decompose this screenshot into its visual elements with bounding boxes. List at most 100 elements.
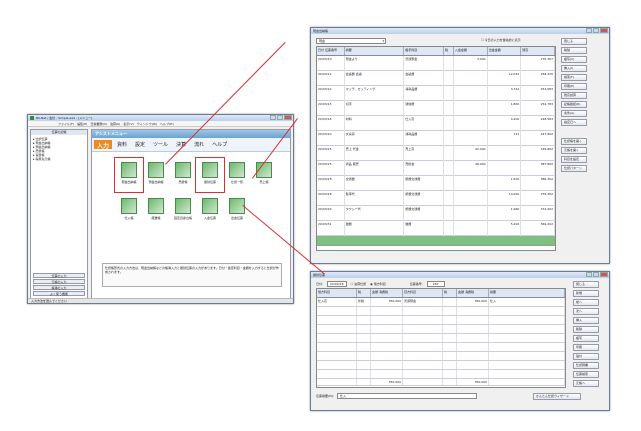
number-input[interactable]: 267	[426, 281, 445, 287]
voucher-button[interactable]: 挿入	[573, 317, 599, 324]
cash-side-button[interactable]: 仕訳パターン	[561, 165, 587, 172]
book-icon	[202, 198, 218, 214]
table-row[interactable]	[317, 307, 565, 316]
tab-5[interactable]: 流れ	[191, 140, 207, 149]
table-row[interactable]	[317, 316, 565, 325]
table-cell	[371, 361, 403, 369]
cash-button[interactable]: 残高試算	[561, 92, 587, 99]
window-controls[interactable]	[270, 115, 292, 120]
cash-button[interactable]: 記帳確認(R)	[561, 101, 587, 108]
today-checkbox[interactable]: ☐ 今日の入力を優先的に表示	[481, 38, 521, 42]
menu-item[interactable]: 決算(K)	[110, 122, 120, 126]
cash-button[interactable]: 検索(F)	[561, 74, 587, 81]
account-select[interactable]: 現金 ▾	[316, 38, 386, 44]
table-row[interactable]	[317, 325, 565, 334]
assist-icon[interactable]: 預金出納帳	[144, 160, 168, 190]
table-row[interactable]: 20/03/31 雑費 雑費 5,200 369,202	[317, 221, 555, 236]
assist-icon[interactable]: 入金伝票	[198, 196, 222, 226]
tab-2[interactable]: 設定	[132, 140, 148, 149]
sidebar-button[interactable]: よく使う機能	[33, 291, 85, 296]
sidebar-button[interactable]: 伝票の入力	[33, 273, 85, 278]
menu-item[interactable]: ウィンドウ(W)	[137, 122, 157, 126]
table-row[interactable]: 20/03/28 交通費 旅費交通費 1,500 386,362	[317, 176, 555, 191]
cash-side-button[interactable]: 科目を設定	[561, 156, 587, 163]
table-cell	[443, 334, 457, 342]
assist-icon[interactable]: 現金出納帳	[114, 157, 144, 193]
table-row[interactable]: 20/03/25 売上 代金 売上高 92,000 339,862	[317, 146, 555, 161]
table-row[interactable]: 20/03/20 文房具 消耗品費 721 247,862	[317, 131, 555, 146]
voucher-button[interactable]: 新規	[573, 290, 599, 297]
table-row[interactable]	[317, 334, 565, 343]
cash-button[interactable]: 挿入(I)	[561, 65, 587, 72]
table-row[interactable]: 20/03/15 切手 通信費 1,800 252,783	[317, 101, 555, 116]
table-row[interactable]: 20/03/25 商品 販売 売掛金 48,000 387,862	[317, 161, 555, 176]
voucher-button[interactable]: 印刷	[573, 344, 599, 351]
menu-item[interactable]: ヘルプ(H)	[160, 122, 174, 126]
assist-icon[interactable]: 仕訳一覧	[225, 160, 249, 190]
menu-item[interactable]: ファイル(F)	[58, 122, 74, 126]
assist-icon[interactable]: 売掛帳	[171, 160, 195, 190]
closing-checkbox[interactable]: ☐ 決算仕訳	[351, 282, 367, 286]
table-row[interactable]	[317, 370, 565, 379]
sidebar-button[interactable]: 帳簿の入力	[33, 285, 85, 290]
tree-item[interactable]: ▸ 得意先元帳	[33, 157, 85, 161]
debit-radio[interactable]: ◉ 借方科目	[370, 282, 386, 286]
minimize-button[interactable]	[270, 115, 276, 120]
assist-icon[interactable]: 出金伝票	[225, 196, 249, 226]
cash-button[interactable]: 印刷(P)	[561, 83, 587, 90]
maximize-button[interactable]	[593, 28, 599, 33]
tab-3[interactable]: ツール	[150, 140, 171, 149]
tab-6[interactable]: ヘルプ	[209, 140, 230, 149]
cash-button[interactable]: 指定日へ	[561, 119, 587, 126]
cash-button[interactable]: 削除	[561, 47, 587, 54]
close-button[interactable]	[284, 115, 292, 120]
assist-icon[interactable]: 経費帳	[144, 196, 168, 226]
minimize-button[interactable]	[586, 28, 592, 33]
table-cell: 270,367	[521, 56, 555, 71]
wizard-button[interactable]: かんたん仕訳ウィザード	[533, 393, 581, 400]
voucher-button[interactable]: 次へ	[573, 308, 599, 315]
voucher-button[interactable]: 伝票検索	[573, 371, 599, 378]
close-button[interactable]	[600, 28, 608, 33]
assist-icon[interactable]: 仕入帳	[117, 196, 141, 226]
menu-item[interactable]: 編集(E)	[77, 122, 87, 126]
minimize-button[interactable]	[586, 272, 592, 277]
voucher-button[interactable]: 複写	[573, 335, 599, 342]
menu-item[interactable]: 表示(V)	[123, 122, 133, 126]
footer-input[interactable]: 仕入	[336, 393, 477, 399]
tab-1[interactable]: 資料	[114, 140, 130, 149]
voucher-button[interactable]: 貼付	[573, 353, 599, 360]
table-row[interactable]: 20/03/10 預金より 普通預金 3,000 270,367	[317, 56, 555, 71]
table-row[interactable]: 20/03/29 タクシー代 旅費交通費 1,960 374,402	[317, 206, 555, 221]
assist-icon[interactable]: 固定資産台帳	[171, 196, 195, 226]
table-row[interactable]	[317, 361, 565, 370]
assist-icon[interactable]: 振替伝票	[195, 157, 225, 193]
voucher-button[interactable]: 前へ	[573, 299, 599, 306]
table-row[interactable]	[317, 343, 565, 352]
cash-button[interactable]: 条件(A)	[561, 110, 587, 117]
new-entry-row[interactable]	[317, 236, 555, 246]
assist-icon[interactable]: 売上帳	[252, 160, 276, 190]
menu-item[interactable]: 日常業務(D)	[90, 122, 107, 126]
date-input[interactable]: 20/04/28	[327, 281, 347, 287]
table-row[interactable]: 20/03/12 マッチ、セッティング 消耗品費 3,742 254,583	[317, 86, 555, 101]
table-row[interactable]: 20/03/18 材料 仕入高 4,200 248,583	[317, 116, 555, 131]
table-row[interactable]	[317, 352, 565, 361]
maximize-button[interactable]	[277, 115, 283, 120]
table-row[interactable]: 20/03/28 駐車代 旅費交通費 10,000 376,362	[317, 191, 555, 206]
maximize-button[interactable]	[593, 272, 599, 277]
table-row[interactable]: 20/03/12 会議費 会議 会議費 12,042 258,325	[317, 71, 555, 86]
tab-0[interactable]: 入力	[94, 140, 113, 150]
cash-button[interactable]: 閉じる	[561, 38, 587, 45]
cash-button[interactable]: 複写(C)	[561, 56, 587, 63]
cash-side-button[interactable]: 仕訳帳を開く	[561, 138, 587, 145]
voucher-button[interactable]: 仕訳辞書	[573, 362, 599, 369]
voucher-button[interactable]: 閉じる	[573, 281, 599, 288]
voucher-button[interactable]: 元帳へ	[573, 380, 599, 387]
cash-side-button[interactable]: 元帳を開く	[561, 147, 587, 154]
close-button[interactable]	[600, 272, 608, 277]
voucher-button[interactable]: 削除	[573, 326, 599, 333]
sidebar-button[interactable]: 元帳の入力	[33, 279, 85, 284]
table-cell	[357, 352, 371, 360]
table-row[interactable]: 仕入高 外税 350,000 普通預金 350,000 仕入	[317, 298, 565, 307]
